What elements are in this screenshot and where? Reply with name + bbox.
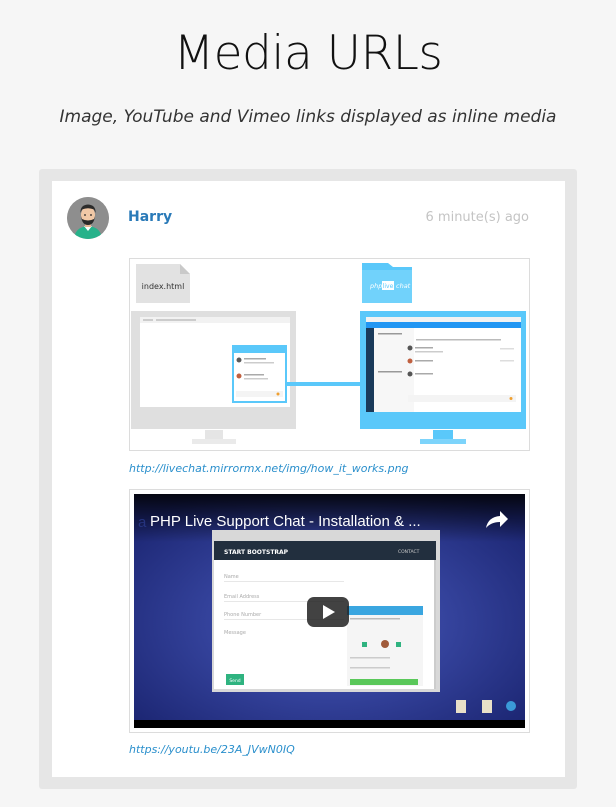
- message-timestamp: 6 minute(s) ago: [425, 210, 529, 225]
- play-icon[interactable]: [307, 597, 349, 627]
- youtube-embed: START BOOTSTRAP CONTACT Name Email Addre…: [134, 494, 525, 728]
- avatar: [67, 197, 109, 239]
- connector-line: [287, 382, 362, 386]
- svg-text:chat: chat: [396, 282, 411, 290]
- how-it-works-illustration: index.html php live chat: [131, 263, 526, 444]
- svg-text:Send: Send: [229, 678, 240, 684]
- svg-text:php: php: [369, 282, 382, 290]
- video-attachment[interactable]: START BOOTSTRAP CONTACT Name Email Addre…: [129, 489, 530, 733]
- image-url-link[interactable]: http://livechat.mirrormx.net/img/how_it_…: [129, 462, 409, 475]
- video-url-link[interactable]: https://youtu.be/23A_JVwN0IQ: [129, 743, 295, 756]
- right-monitor: [360, 311, 526, 444]
- message-author[interactable]: Harry: [128, 209, 172, 225]
- page-subtitle: Image, YouTube and Vimeo links displayed…: [59, 107, 557, 127]
- svg-text:START BOOTSTRAP: START BOOTSTRAP: [224, 549, 289, 556]
- folder-icon: php live chat: [362, 263, 412, 303]
- svg-text:live: live: [383, 283, 394, 290]
- desktop-app-icon: [506, 701, 516, 711]
- desktop-file-icon: [456, 700, 466, 713]
- user-avatar-icon: [67, 197, 109, 239]
- file-icon: index.html: [136, 264, 190, 303]
- desktop-file-icon: [482, 700, 492, 713]
- video-title: PHP Live Support Chat - Installation & .…: [150, 513, 421, 530]
- svg-text:Phone Number: Phone Number: [224, 612, 262, 618]
- svg-text:Email Address: Email Address: [224, 594, 260, 600]
- svg-text:Name: Name: [224, 574, 239, 580]
- left-monitor: [131, 311, 296, 444]
- page-title: Media URLs: [173, 26, 443, 81]
- image-attachment[interactable]: index.html php live chat: [129, 258, 530, 451]
- svg-text:CONTACT: CONTACT: [398, 549, 420, 555]
- svg-text:Message: Message: [224, 630, 246, 636]
- file-label: index.html: [142, 282, 185, 291]
- svg-text:a: a: [138, 514, 147, 531]
